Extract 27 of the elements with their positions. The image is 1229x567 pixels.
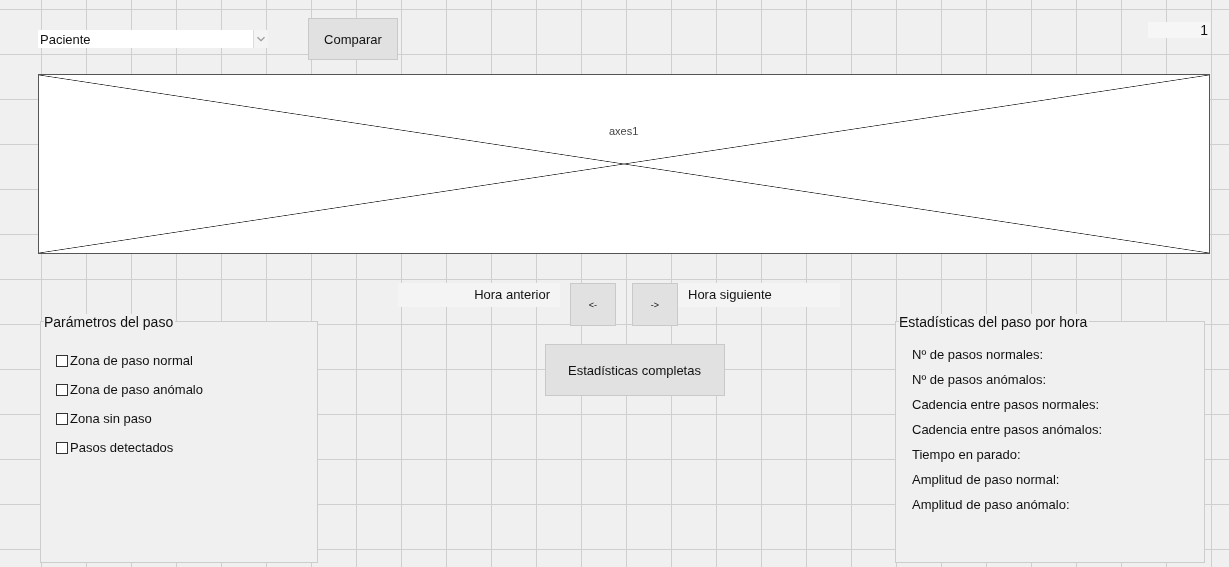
checkbox[interactable] [56,354,68,367]
next-hour-label: Hora siguiente [678,283,840,307]
counter-text: 1 [1148,22,1210,38]
checkbox[interactable] [56,441,68,454]
panel-title: Estadísticas del paso por hora [899,314,1090,330]
statistic-label: Cadencia entre pasos anómalos: [912,422,1103,439]
previous-hour-label: Hora anterior [398,283,560,307]
checkbox-option[interactable]: Pasos detectados [56,438,174,457]
panel-title: Parámetros del paso [44,314,176,330]
statistic-label: Nº de pasos normales: [912,347,1044,364]
checkbox-option[interactable]: Zona de paso anómalo [56,380,203,399]
caret-icon [253,30,268,48]
statistic-label: Amplitud de paso normal: [912,472,1060,489]
previous-button[interactable]: <- [570,283,616,326]
checkbox-option[interactable]: Zona sin paso [56,409,152,428]
checkbox[interactable] [56,412,68,425]
statistic-label: Cadencia entre pasos normales: [912,397,1100,414]
patient-dropdown[interactable]: Paciente [38,30,268,48]
next-button[interactable]: -> [632,283,678,326]
statistic-label: Nº de pasos anómalos: [912,372,1047,389]
compare-button[interactable]: Comparar [308,18,398,60]
statistic-label: Amplitud de paso anómalo: [912,497,1070,514]
statistic-label: Tiempo en parado: [912,447,1021,464]
axes-label: axes1 [609,125,639,137]
full-statistics-button[interactable]: Estadísticas completas [544,344,725,396]
checkbox[interactable] [56,383,68,396]
checkbox-option[interactable]: Zona de paso normal [56,351,193,370]
